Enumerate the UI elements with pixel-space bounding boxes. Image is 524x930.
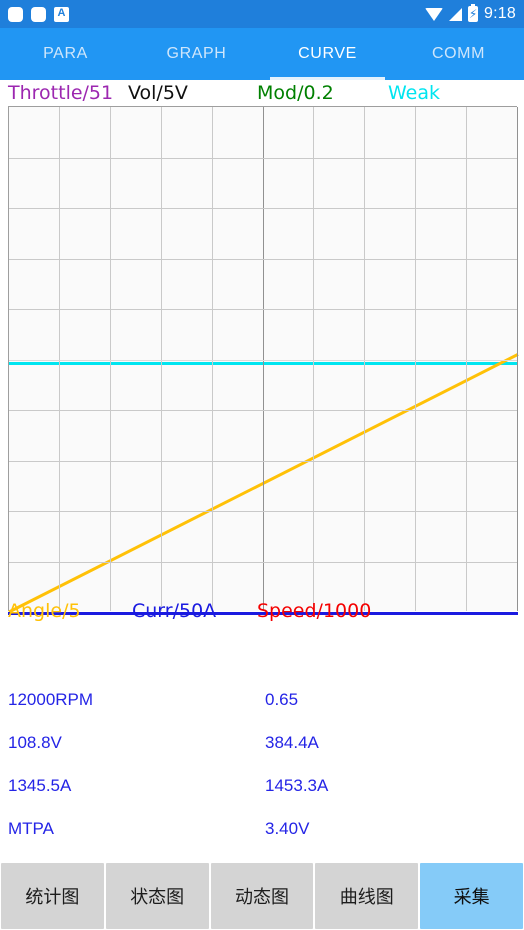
notification-square-icon: [8, 6, 23, 22]
readout-id-value: 1345.5A: [8, 776, 72, 795]
grid-line-vertical: [212, 107, 213, 611]
readout-row: 12000RPM 0.65: [0, 690, 524, 733]
status-bar-clock: 9:18: [484, 5, 516, 22]
readout-panel: 12000RPM 0.65 108.8V 384.4A 1345.5A 1453…: [0, 690, 524, 862]
grid-line-horizontal: [9, 511, 517, 512]
status-bar-notifications: A: [8, 6, 69, 22]
readout-mod-value: 0.65: [265, 690, 299, 709]
status-bar-system-icons: ⚡ 9:18: [425, 4, 516, 23]
readout-row: 108.8V 384.4A: [0, 733, 524, 776]
readout-mode-value: MTPA: [8, 819, 54, 838]
grid-line-horizontal: [9, 360, 517, 361]
tab-curve[interactable]: CURVE: [262, 28, 393, 80]
grid-line-vertical: [110, 107, 111, 611]
cell-signal-icon: [449, 7, 463, 21]
collect-button[interactable]: 采集: [420, 863, 523, 929]
grid-line-horizontal: [9, 309, 517, 310]
statistics-chart-button[interactable]: 统计图: [1, 863, 104, 929]
tab-comm[interactable]: COMM: [393, 28, 524, 80]
curve-chart: Throttle/51 Vol/5V Mod/0.2 Weak Angle/5 …: [0, 80, 524, 628]
battery-bolt-glyph: ⚡: [468, 7, 478, 21]
status-bar: A ⚡ 9:18: [0, 0, 524, 28]
grid-line-vertical: [415, 107, 416, 611]
grid-line-vertical: [364, 107, 365, 611]
tab-bar: PARA GRAPH CURVE COMM: [0, 28, 524, 80]
curve-chart-button[interactable]: 曲线图: [315, 863, 419, 929]
legend-label-vol: Vol/5V: [128, 82, 188, 104]
grid-line-horizontal: [9, 410, 517, 411]
grid-line-vertical: [517, 107, 518, 611]
grid-line-horizontal: [9, 562, 517, 563]
legend-label-curr: Curr/50A: [132, 600, 217, 622]
readout-voltage-value: 108.8V: [8, 733, 62, 752]
chart-bottom-legend: Angle/5 Curr/50A Speed/1000: [0, 598, 524, 624]
readout-row: 1345.5A 1453.3A: [0, 776, 524, 819]
notification-square-icon: [31, 6, 46, 22]
battery-charging-icon: ⚡: [468, 4, 479, 22]
wifi-icon: [425, 7, 444, 21]
status-chart-button[interactable]: 状态图: [105, 863, 209, 929]
grid-line-vertical: [59, 107, 60, 611]
dynamic-chart-button[interactable]: 动态图: [210, 863, 314, 929]
legend-label-weak: Weak: [388, 82, 441, 104]
grid-line-vertical: [466, 107, 467, 611]
readout-iq-value: 1453.3A: [265, 776, 329, 795]
readout-row: MTPA 3.40V: [0, 819, 524, 862]
readout-throttle-voltage-value: 3.40V: [265, 819, 310, 838]
bottom-button-bar: 统计图 状态图 动态图 曲线图 采集: [0, 862, 524, 930]
legend-label-speed: Speed/1000: [257, 600, 372, 622]
grid-line-horizontal: [9, 158, 517, 159]
tab-graph[interactable]: GRAPH: [131, 28, 262, 80]
readout-current-value: 384.4A: [265, 733, 319, 752]
legend-label-mod: Mod/0.2: [257, 82, 334, 104]
grid-line-vertical: [161, 107, 162, 611]
legend-label-angle: Angle/5: [8, 600, 81, 622]
grid-line-vertical: [263, 107, 264, 611]
grid-line-horizontal: [9, 259, 517, 260]
tab-para[interactable]: PARA: [0, 28, 131, 80]
keyboard-language-icon: A: [54, 6, 69, 22]
grid-line-horizontal: [9, 208, 517, 209]
readout-speed-value: 12000RPM: [8, 690, 94, 709]
grid-line-vertical: [313, 107, 314, 611]
chart-plot-area[interactable]: [8, 106, 519, 614]
chart-top-legend: Throttle/51 Vol/5V Mod/0.2 Weak: [0, 80, 524, 106]
grid-line-horizontal: [9, 461, 517, 462]
legend-label-throttle: Throttle/51: [8, 82, 114, 104]
